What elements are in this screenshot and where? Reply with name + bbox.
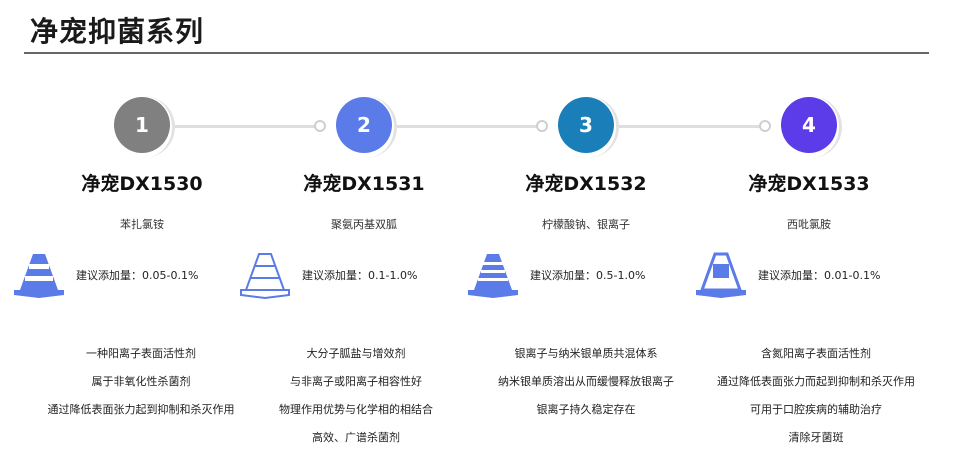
feature-list: 大分子胍盐与增效剂 与非离子或阳离子相容性好 物理作用优势与化学相的相结合 高效…: [226, 346, 486, 458]
feature-item: 银离子与纳米银单质共混体系: [514, 347, 658, 360]
product-name: 净宠DX1531: [303, 173, 425, 195]
page-title: 净宠抑菌系列: [30, 15, 205, 48]
step-circle-4: 4: [781, 96, 842, 158]
feature-list: 银离子与纳米银单质共混体系 纳米银单质溶出从而缓慢释放银离子 银离子持久稳定存在: [456, 346, 716, 430]
connector-dot: [536, 120, 548, 132]
step-circle-1: 1: [114, 96, 175, 158]
connector-dot: [314, 120, 326, 132]
feature-item: 大分子胍盐与增效剂: [306, 347, 406, 360]
feature-list: 含氮阳离子表面活性剂 通过降低表面张力而起到抑制和杀灭作用 可用于口腔疾病的辅助…: [686, 346, 946, 458]
traffic-cone-icon: [240, 253, 290, 300]
step-number: 3: [579, 113, 593, 137]
step-number: 2: [357, 113, 371, 137]
product-name: 净宠DX1532: [525, 173, 647, 195]
traffic-cone-icon: [14, 254, 64, 298]
product-column: 净宠DX1533 西吡氯胺: [694, 170, 924, 232]
product-name: 净宠DX1533: [748, 173, 870, 195]
product-ingredient: 西吡氯胺: [787, 218, 831, 231]
dose-row: 建议添加量：0.01-0.1%: [694, 250, 880, 300]
dose-text: 建议添加量：0.5-1.0%: [530, 269, 646, 282]
feature-item: 清除牙菌斑: [788, 431, 844, 444]
title-divider: [24, 52, 929, 54]
traffic-cone-icon: [468, 254, 518, 298]
dose-text: 建议添加量：0.1-1.0%: [302, 269, 418, 282]
product-column: 净宠DX1530 苯扎氯铵: [27, 170, 257, 232]
dose-text: 建议添加量：0.05-0.1%: [76, 269, 199, 282]
feature-item: 通过降低表面张力而起到抑制和杀灭作用: [717, 375, 915, 388]
product-name: 净宠DX1530: [81, 173, 203, 195]
step-connector: [172, 120, 326, 132]
product-ingredient: 苯扎氯铵: [120, 218, 164, 231]
step-number: 4: [802, 113, 816, 137]
dose-row: 建议添加量：0.1-1.0%: [238, 250, 417, 300]
feature-item: 银离子持久稳定存在: [536, 403, 636, 416]
connector-dot: [759, 120, 771, 132]
dose-row: 建议添加量：0.5-1.0%: [466, 250, 645, 300]
feature-item: 高效、广谱杀菌剂: [312, 431, 400, 444]
product-ingredient: 聚氨丙基双胍: [331, 218, 397, 231]
step-connector: [394, 120, 548, 132]
product-ingredient: 柠檬酸钠、银离子: [542, 218, 630, 231]
feature-item: 物理作用优势与化学相的相结合: [279, 403, 433, 416]
feature-item: 含氮阳离子表面活性剂: [761, 347, 871, 360]
product-column: 净宠DX1532 柠檬酸钠、银离子: [471, 170, 701, 232]
step-number: 1: [135, 113, 149, 137]
feature-item: 与非离子或阳离子相容性好: [290, 375, 422, 388]
feature-item: 可用于口腔疾病的辅助治疗: [750, 403, 882, 416]
feature-item: 纳米银单质溶出从而缓慢释放银离子: [498, 375, 674, 388]
dose-row: 建议添加量：0.05-0.1%: [12, 250, 198, 300]
traffic-cone-icon: [696, 252, 746, 298]
step-connector: [617, 120, 771, 132]
product-column: 净宠DX1531 聚氨丙基双胍: [249, 170, 479, 232]
dose-text: 建议添加量：0.01-0.1%: [758, 269, 881, 282]
step-circle-2: 2: [336, 96, 397, 158]
step-circle-3: 3: [558, 96, 619, 158]
